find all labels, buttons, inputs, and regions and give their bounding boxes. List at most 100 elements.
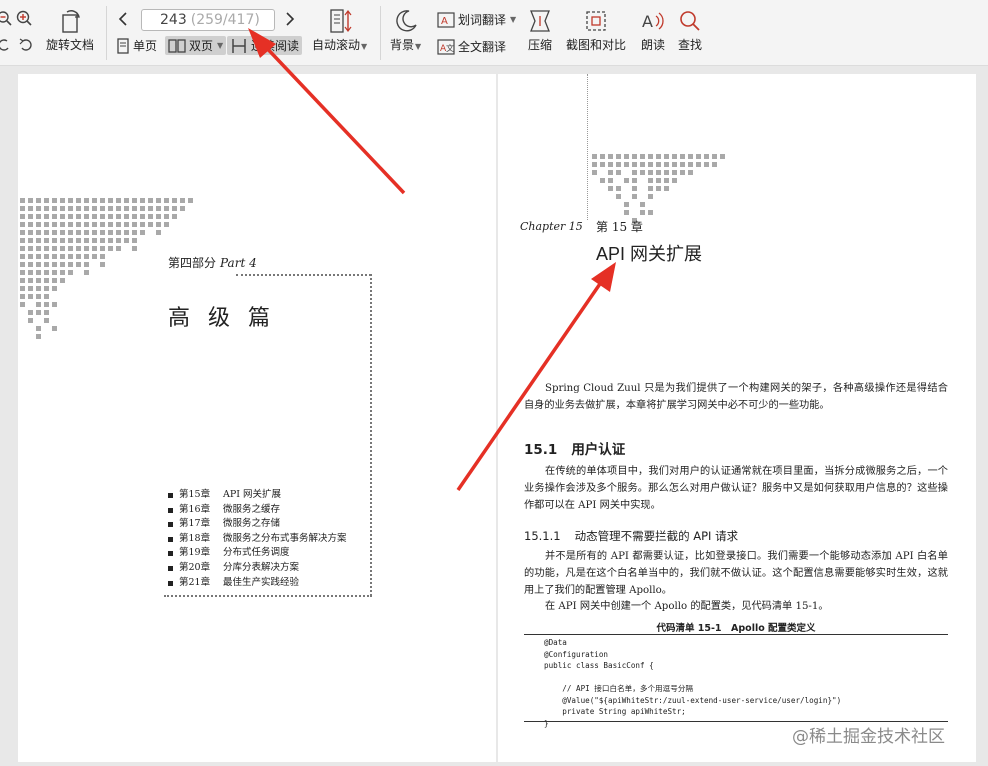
part-title: 高级篇 — [168, 306, 289, 331]
svg-text:A: A — [642, 12, 653, 31]
divider-dotted — [370, 274, 372, 596]
subsection-title: 动态管理不需要拦截的 API 请求 — [574, 529, 739, 543]
intro-paragraph: Spring Cloud Zuul 只是为我们提供了一个构建网关的架子，各种高级… — [524, 383, 948, 411]
background-button[interactable]: 背景▼ — [390, 8, 421, 53]
rotate-right-icon[interactable] — [19, 38, 33, 52]
screenshot-compare-button[interactable]: 截图和对比 — [566, 8, 626, 53]
bullet-icon — [168, 565, 173, 571]
compress-label: 压缩 — [527, 38, 552, 52]
zoom-in-icon[interactable] — [15, 10, 33, 26]
search-button[interactable]: 查找 — [677, 8, 703, 53]
toc-chapter-title: 分库分表解决方案 — [223, 561, 300, 573]
subsection-paragraph: 并不是所有的 API 都需要认证，比如登录接口。我们需要一个能够动态添加 API… — [524, 551, 948, 596]
divider-dotted — [236, 274, 371, 276]
translate-icon: A — [437, 11, 455, 28]
double-page-icon — [168, 38, 186, 53]
chevron-down-icon: ▼ — [415, 42, 422, 51]
part-label-text: 第四部分 — [168, 256, 217, 270]
rotate-document-label: 旋转文档 — [46, 38, 95, 52]
page-number-input[interactable]: 243 (259/417) — [141, 9, 275, 31]
chapter-title: API 网关扩展 — [596, 244, 703, 264]
full-translate-button[interactable]: A文 全文翻译 — [437, 38, 506, 55]
code-caption: 代码清单 15-1 Apollo 配置类定义 — [656, 623, 816, 634]
chevron-down-icon: ▼ — [361, 42, 368, 51]
bullet-icon — [168, 536, 173, 542]
toc-chapter-number: 第17章 — [179, 518, 211, 530]
toc-chapter-number: 第20章 — [179, 561, 211, 573]
moon-icon — [393, 8, 419, 34]
watermark: @稀土掘金技术社区 — [792, 727, 945, 747]
divider-dotted — [587, 74, 588, 220]
chevron-right-icon — [286, 12, 295, 26]
toc-item: 第19章 分布式任务调度 — [168, 546, 347, 561]
toolbar-divider — [106, 6, 107, 60]
auto-scroll-label: 自动滚动 — [312, 38, 361, 52]
continuous-read-label: 连续阅读 — [251, 39, 300, 53]
toc-item: 第21章 最佳生产实践经验 — [168, 576, 347, 591]
section-number: 15.1 — [524, 442, 558, 458]
subsection-number: 15.1.1 — [524, 529, 561, 543]
rotate-left-icon[interactable] — [0, 38, 10, 52]
toolbar-divider — [380, 6, 381, 60]
screenshot-icon — [583, 8, 609, 34]
toc-chapter-number: 第19章 — [179, 547, 211, 559]
double-page-button[interactable]: 双页 ▼ — [165, 36, 227, 55]
right-page: Chapter 15 第 15 章 API 网关扩展 Spring Cloud … — [498, 74, 976, 762]
code-rule — [524, 634, 948, 635]
bullet-icon — [168, 522, 173, 528]
toc-item: 第17章 微服务之存储 — [168, 517, 347, 532]
section-title: 用户认证 — [571, 442, 626, 458]
compress-icon — [527, 8, 553, 34]
left-page: 第四部分 Part 4 高级篇 第15章 API 网关扩展第16章 微服务之缓存 第17… — [18, 74, 496, 762]
toc-chapter-title: 微服务之分布式事务解决方案 — [223, 532, 347, 544]
single-page-label: 单页 — [133, 39, 158, 53]
divider-dotted — [164, 595, 372, 597]
continuous-read-icon — [232, 38, 246, 53]
single-page-button[interactable]: 单页 — [116, 37, 157, 54]
toc-chapter-title: 微服务之存储 — [223, 518, 281, 530]
speaker-icon: A — [640, 8, 666, 34]
bullet-icon — [168, 551, 173, 557]
continuous-read-button[interactable]: 连续阅读 — [227, 36, 303, 55]
next-page-button[interactable] — [285, 11, 295, 27]
toc-chapter-number: 第15章 — [179, 489, 211, 500]
bullet-icon — [168, 507, 173, 513]
section-heading: 15.1 用户认证 — [524, 438, 625, 458]
full-translate-label: 全文翻译 — [458, 40, 507, 54]
bullet-icon — [168, 493, 173, 498]
background-label: 背景 — [390, 38, 415, 52]
chevron-left-icon — [118, 12, 127, 26]
chevron-down-icon: ▼ — [217, 41, 224, 50]
toc-item: 第15章 API 网关扩展 — [168, 488, 347, 503]
toc-chapter-number: 第18章 — [179, 532, 211, 544]
toc-chapter-title: API 网关扩展 — [223, 489, 282, 500]
bullet-icon — [168, 580, 173, 586]
auto-scroll-button[interactable]: 自动滚动▼ — [312, 8, 367, 53]
part-label: 第四部分 Part 4 — [168, 254, 257, 271]
chevron-down-icon: ▼ — [510, 15, 517, 24]
page-total: (259/417) — [190, 12, 260, 28]
auto-scroll-icon — [328, 8, 352, 34]
toolbar: 旋转文档 243 (259/417) 单页 双页 ▼ 连续阅读 自动滚动▼ 背景… — [0, 0, 988, 66]
toc-chapter-title: 微服务之缓存 — [223, 503, 281, 515]
search-label: 查找 — [677, 38, 702, 52]
toc-chapter-title: 分布式任务调度 — [223, 547, 290, 559]
page-current: 243 — [160, 12, 187, 28]
table-of-contents: 第15章 API 网关扩展 第16章 微服务之缓存 第17章 微服务之存储 第18章 微服务之… — [168, 488, 347, 590]
word-translate-label: 划词翻译 — [458, 13, 507, 27]
toc-item: 第16章 微服务之缓存 — [168, 503, 347, 518]
rotate-document-button[interactable]: 旋转文档 — [46, 8, 94, 53]
toc-chapter-title: 最佳生产实践经验 — [223, 576, 300, 588]
rotate-group — [0, 38, 33, 52]
read-aloud-button[interactable]: A 朗读 — [640, 8, 666, 53]
zoom-out-icon[interactable] — [0, 10, 12, 26]
compress-button[interactable]: 压缩 — [527, 8, 553, 53]
single-page-icon — [117, 37, 129, 54]
word-translate-button[interactable]: A 划词翻译 ▼ — [437, 11, 516, 28]
code-listing: @Data @Configuration public class BasicC… — [544, 638, 842, 728]
read-aloud-label: 朗读 — [640, 38, 665, 52]
zoom-group — [0, 10, 33, 26]
prev-page-button[interactable] — [118, 11, 128, 27]
chapter-number: 第 15 章 — [596, 220, 643, 234]
full-translate-icon: A文 — [437, 38, 455, 55]
